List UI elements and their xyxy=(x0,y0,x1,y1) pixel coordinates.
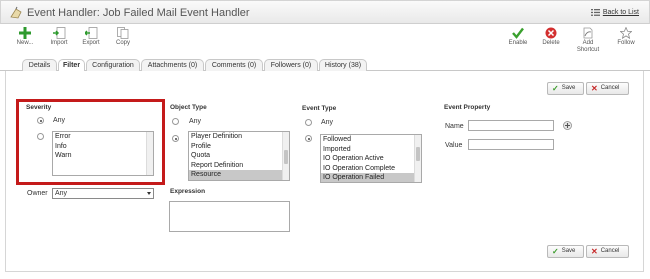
chevron-down-icon xyxy=(147,192,151,195)
event-type-any-label: Any xyxy=(321,119,334,126)
copy-label: Copy xyxy=(115,40,130,46)
tab-details[interactable]: Details xyxy=(22,59,57,71)
list-item[interactable]: Player Definition xyxy=(189,132,289,142)
delete-icon xyxy=(545,27,557,39)
close-icon: ✕ xyxy=(591,84,598,93)
expression-textarea[interactable] xyxy=(169,201,290,232)
toolbar: New... Import Export Copy Enable Delete … xyxy=(0,24,650,56)
export-label: Export xyxy=(82,40,100,46)
scroll-thumb[interactable] xyxy=(416,147,420,161)
object-type-any-label: Any xyxy=(189,118,202,125)
copy-icon xyxy=(117,27,129,39)
save-label: Save xyxy=(561,248,576,254)
list-item[interactable]: Resource xyxy=(189,170,289,180)
tab-comments[interactable]: Comments (0) xyxy=(205,59,263,71)
object-type-any-radio[interactable] xyxy=(172,118,179,125)
import-icon xyxy=(52,27,65,39)
expression-label: Expression xyxy=(170,188,206,195)
cancel-button-top[interactable]: ✕ Cancel xyxy=(586,82,629,95)
page-title: Event Handler: Job Failed Mail Event Han… xyxy=(27,7,250,19)
cancel-button-bottom[interactable]: ✕ Cancel xyxy=(586,245,629,258)
scroll-thumb[interactable] xyxy=(284,150,288,164)
follow-button[interactable]: Follow xyxy=(611,27,641,46)
add-shortcut-label: Add Shortcut xyxy=(576,40,600,53)
owner-label: Owner xyxy=(27,190,48,197)
back-to-list-link[interactable]: Back to List xyxy=(590,9,639,16)
tab-attachments[interactable]: Attachments (0) xyxy=(141,59,204,71)
tab-configuration[interactable]: Configuration xyxy=(86,59,140,71)
shortcut-icon xyxy=(583,27,593,39)
enable-label: Enable xyxy=(508,40,528,46)
import-button[interactable]: Import xyxy=(44,27,74,46)
event-type-listbox[interactable]: Followed Imported IO Operation Active IO… xyxy=(320,134,422,183)
new-label: New... xyxy=(16,40,34,46)
value-input[interactable] xyxy=(468,139,554,150)
event-type-scrollbar[interactable] xyxy=(414,135,421,182)
list-item[interactable]: Report Definition xyxy=(189,161,289,171)
add-shortcut-button[interactable]: Add Shortcut xyxy=(572,27,604,54)
copy-button[interactable]: Copy xyxy=(108,27,138,46)
list-item[interactable]: Quota xyxy=(189,151,289,161)
tab-bar: Details Filter Configuration Attachments… xyxy=(0,56,650,72)
plus-icon xyxy=(19,27,31,39)
list-icon xyxy=(590,9,600,16)
event-handler-icon xyxy=(10,6,22,19)
name-input[interactable] xyxy=(468,120,554,131)
event-property-label: Event Property xyxy=(444,104,491,111)
owner-select[interactable]: Any xyxy=(52,188,154,199)
tab-followers[interactable]: Followers (0) xyxy=(264,59,318,71)
list-item[interactable]: Profile xyxy=(189,142,289,152)
object-type-list-radio[interactable] xyxy=(172,135,179,142)
title-bar: Event Handler: Job Failed Mail Event Han… xyxy=(0,0,650,24)
event-type-label: Event Type xyxy=(302,105,337,112)
save-button-bottom[interactable]: ✓ Save xyxy=(547,245,584,258)
event-type-list-radio[interactable] xyxy=(305,135,312,142)
export-button[interactable]: Export xyxy=(76,27,106,46)
severity-highlight-box xyxy=(16,99,165,185)
object-type-listbox[interactable]: Player Definition Profile Quota Report D… xyxy=(188,131,290,181)
value-label: Value xyxy=(445,142,463,149)
list-item[interactable]: Followed xyxy=(321,135,421,145)
save-button-top[interactable]: ✓ Save xyxy=(547,82,584,95)
new-button[interactable]: New... xyxy=(10,27,40,46)
add-property-icon[interactable] xyxy=(563,121,572,130)
checkmark-icon: ✓ xyxy=(552,84,559,93)
name-label: Name xyxy=(445,123,464,130)
cancel-label: Cancel xyxy=(600,85,620,91)
owner-value: Any xyxy=(55,190,68,197)
delete-label: Delete xyxy=(542,40,560,46)
list-item[interactable]: Imported xyxy=(321,145,421,155)
list-item[interactable]: IO Operation Failed xyxy=(321,173,421,182)
enable-button[interactable]: Enable xyxy=(503,27,533,46)
close-icon: ✕ xyxy=(591,247,598,256)
object-type-label: Object Type xyxy=(170,104,207,111)
back-to-list-label: Back to List xyxy=(602,9,639,16)
delete-button[interactable]: Delete xyxy=(536,27,566,46)
follow-label: Follow xyxy=(617,40,635,46)
cancel-label: Cancel xyxy=(600,248,620,254)
list-item[interactable]: IO Operation Complete xyxy=(321,164,421,174)
export-icon xyxy=(84,27,97,39)
checkmark-icon xyxy=(512,27,524,39)
checkmark-icon: ✓ xyxy=(552,247,559,256)
save-label: Save xyxy=(561,85,576,91)
event-type-any-radio[interactable] xyxy=(305,119,312,126)
object-type-scrollbar[interactable] xyxy=(282,132,289,180)
import-label: Import xyxy=(50,40,68,46)
tab-history[interactable]: History (38) xyxy=(319,59,367,71)
star-icon xyxy=(620,27,632,39)
list-item[interactable]: IO Operation Active xyxy=(321,154,421,164)
